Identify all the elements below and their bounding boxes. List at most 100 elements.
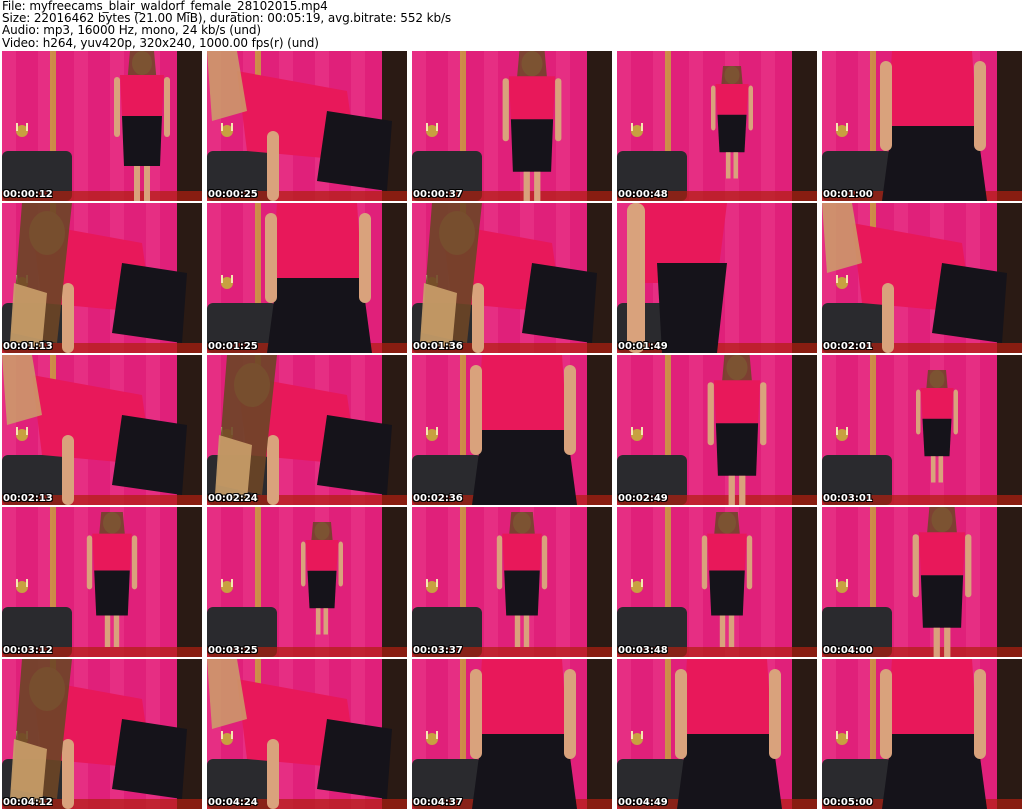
skirt: [504, 570, 540, 616]
top: [707, 533, 747, 571]
arm: [359, 213, 371, 303]
media-info-header: File: myfreecams_blair_waldorf_female_28…: [2, 0, 1022, 49]
mirror-frame: [255, 507, 261, 617]
leg: [719, 615, 726, 647]
skirt: [472, 430, 577, 505]
mirror-frame: [665, 355, 671, 465]
mirror-frame: [460, 507, 466, 617]
timestamp-label: 00:01:36: [413, 341, 463, 352]
thumbnail-image: [207, 203, 407, 353]
thumbnail-image: [207, 51, 407, 201]
thumbnail: 00:03:12: [2, 507, 202, 657]
skirt: [267, 278, 372, 353]
timestamp-label: 00:00:25: [208, 189, 258, 200]
arm: [62, 739, 74, 809]
door: [997, 355, 1022, 505]
arm: [496, 535, 503, 590]
leg: [134, 166, 140, 201]
mirror-frame: [870, 355, 876, 465]
skirt: [657, 263, 727, 353]
thumbnail-image: [2, 659, 202, 809]
arm: [912, 534, 919, 598]
door: [587, 355, 612, 505]
leg: [316, 608, 321, 635]
thumbnail: 00:04:00: [822, 507, 1022, 657]
skirt: [677, 734, 782, 809]
leg: [933, 627, 940, 657]
audio-line: Audio: mp3, 16000 Hz, mono, 24 kb/s (und…: [2, 23, 261, 38]
thumbnail-image: [822, 507, 1022, 657]
arm: [748, 85, 753, 131]
thumbnail-image: [412, 507, 612, 657]
thumbnail-image: [617, 355, 817, 505]
skirt: [522, 263, 597, 343]
top: [920, 388, 954, 419]
thumbnail-image: [822, 51, 1022, 201]
arm: [555, 78, 562, 142]
door: [382, 507, 407, 657]
thumbnail: 00:04:12: [2, 659, 202, 809]
door: [792, 355, 817, 505]
timestamp-label: 00:00:37: [413, 189, 463, 200]
skirt: [307, 570, 337, 609]
arm: [301, 541, 306, 587]
top: [682, 659, 772, 734]
arm: [701, 535, 708, 590]
skirt: [717, 114, 747, 153]
arm: [564, 365, 576, 455]
timestamp-label: 00:00:12: [3, 189, 53, 200]
arm: [131, 535, 138, 590]
top: [887, 659, 977, 734]
thumbnail: 00:01:13: [2, 203, 202, 353]
top: [918, 532, 966, 576]
arm: [472, 283, 484, 353]
arm: [338, 541, 343, 587]
skirt: [122, 116, 162, 166]
timestamp-label: 00:02:01: [823, 341, 873, 352]
skirt: [112, 719, 187, 799]
arm: [965, 534, 972, 598]
thumbnail-image: [617, 507, 817, 657]
top: [120, 75, 164, 116]
top: [477, 659, 567, 734]
thumbnail: 00:03:48: [617, 507, 817, 657]
skirt: [112, 263, 187, 343]
door: [997, 51, 1022, 201]
thumbnail: 00:05:00: [822, 659, 1022, 809]
thumbnail-image: [822, 659, 1022, 809]
top: [508, 76, 556, 120]
arm: [470, 365, 482, 455]
person: [880, 659, 987, 809]
arm: [882, 283, 894, 353]
thumbnail-image: [2, 355, 202, 505]
leg: [323, 608, 328, 635]
thumbnail-image: [207, 507, 407, 657]
thumbnail: 00:02:01: [822, 203, 1022, 353]
timestamp-label: 00:02:24: [208, 493, 258, 504]
door: [792, 507, 817, 657]
mirror-frame: [870, 507, 876, 617]
top: [477, 355, 567, 430]
arm: [470, 669, 482, 759]
door: [997, 507, 1022, 657]
timestamp-label: 00:03:01: [823, 493, 873, 504]
arm: [916, 389, 921, 435]
arm: [953, 389, 958, 435]
mirror-frame: [665, 507, 671, 617]
door: [792, 51, 817, 201]
timestamp-label: 00:01:49: [618, 341, 668, 352]
person: [675, 659, 782, 809]
skirt: [920, 575, 964, 628]
door: [587, 507, 612, 657]
mirror-frame: [255, 203, 261, 313]
thumbnail-image: [2, 507, 202, 657]
thumbnail: 00:00:48: [617, 51, 817, 201]
thumbnail: 00:04:24: [207, 659, 407, 809]
skirt: [932, 263, 1007, 343]
thumbnail-image: [617, 51, 817, 201]
thumbnail: 00:03:01: [822, 355, 1022, 505]
thumbnail-image: [412, 355, 612, 505]
arm: [564, 669, 576, 759]
thumbnail-image: [617, 659, 817, 809]
timestamp-label: 00:00:48: [618, 189, 668, 200]
